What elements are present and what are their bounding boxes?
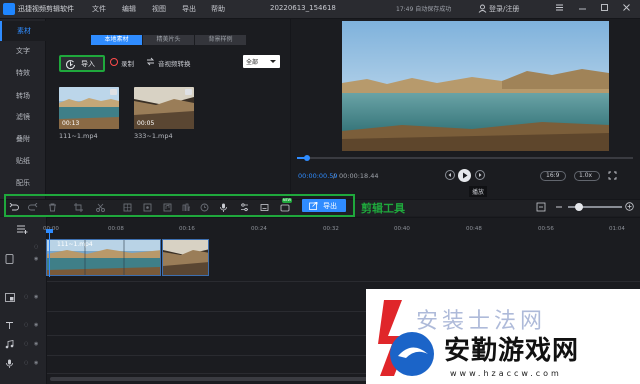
video-track-icon [5,254,14,264]
track-lock-icon[interactable]: ◌ [24,294,28,300]
user-icon[interactable] [478,4,487,13]
play-button[interactable] [458,169,471,182]
zoom-slider-handle[interactable] [574,203,583,211]
aspect-ratio-select[interactable]: 16:9 [540,171,566,181]
menu-view[interactable]: 视图 [152,4,166,14]
add-track-icon[interactable] [16,224,28,234]
login-link[interactable]: 登录/注册 [489,4,519,14]
record-icon[interactable] [110,58,118,66]
sidebar-item-media[interactable]: 素材 [0,21,46,41]
zoom-in-icon[interactable] [625,202,634,211]
minimize-icon[interactable] [578,3,587,12]
project-name: 20220613_154618 [270,4,336,12]
music-track-icon [5,340,14,349]
filter-select[interactable]: 全部 [243,55,280,68]
time-separator: / [333,172,336,180]
record-button[interactable]: 录制 [121,58,134,68]
toolbar-caption: 剪辑工具 [361,202,405,215]
track-divider [47,281,640,282]
zoom-out-icon[interactable] [555,203,563,211]
menu-edit[interactable]: 编辑 [122,4,136,14]
sidebar-item-music[interactable]: 配乐 [0,173,46,193]
track-lock-icon[interactable]: ◌ [24,322,28,328]
media-filename-2: 333~1.mp4 [134,132,173,140]
preview-video [342,21,609,151]
ruler-tick: 00:16 [179,226,195,232]
timeline-clip-1[interactable]: 111~1.mp4 [46,239,161,276]
menu-file[interactable]: 文件 [92,4,106,14]
playhead[interactable] [49,231,50,277]
timeline-scrollbar[interactable] [50,377,368,381]
ruler-tick: 01:04 [609,226,625,232]
fit-timeline-icon[interactable] [536,202,546,212]
app-logo-icon [3,3,15,15]
clip-name: 111~1.mp4 [57,241,93,248]
pip-track-icon [5,293,15,302]
tab-backgrounds[interactable]: 背景样例 [195,35,246,45]
ruler-tick: 00:32 [323,226,339,232]
thumbnail-duration: 00:05 [137,120,155,127]
convert-button[interactable]: 音视频转换 [158,58,191,68]
track-lock-icon[interactable]: ◌ [24,341,28,347]
next-frame-icon[interactable] [475,170,485,180]
video-editor-window: 迅捷视频剪辑软件 文件 编辑 视图 导出 帮助 20220613_154618 … [0,0,640,384]
tab-intros[interactable]: 精美片头 [143,35,194,45]
track-lock-icon[interactable]: ◌ [34,244,38,250]
media-filename-1: 111~1.mp4 [59,132,98,140]
text-track-icon [5,321,14,330]
chevron-down-icon [270,60,276,63]
sidebar-item-effects[interactable]: 特效 [0,63,46,83]
menu-icon[interactable] [555,3,564,12]
media-thumbnail-2[interactable]: 00:05 [134,87,194,129]
convert-icon[interactable] [146,57,155,66]
menu-export[interactable]: 导出 [182,4,196,14]
track-visibility-icon[interactable]: ◉ [34,256,38,262]
aspect-ratio-value: 16:9 [546,172,560,179]
track-lock-icon[interactable]: ◌ [24,360,28,366]
thumbnail-duration: 00:13 [62,120,80,127]
watermark-main: 安勤游戏网 [444,336,580,366]
filter-value: 全部 [246,59,259,66]
track-visibility-icon[interactable]: ◉ [34,322,38,328]
video-badge-icon [110,89,117,95]
track-mute-icon[interactable]: ◉ [34,360,38,366]
video-badge-icon [185,89,192,95]
ruler-tick: 00:48 [466,226,482,232]
track-visibility-icon[interactable]: ◉ [34,294,38,300]
ruler-tick: 00:08 [108,226,124,232]
media-thumbnail-1[interactable]: 00:13 [59,87,119,129]
import-icon [65,59,76,70]
sidebar-item-overlay[interactable]: 叠附 [0,129,46,149]
ruler-tick: 00:40 [394,226,410,232]
speed-select[interactable]: 1.0x [574,171,600,181]
preview-progress-track[interactable] [297,157,633,159]
ruler-tick: 00:24 [251,226,267,232]
play-tooltip: 播放 [469,186,488,197]
voiceover-track-icon [5,359,14,368]
sidebar-item-text[interactable]: 文字 [0,41,46,61]
import-label: 导入 [81,60,95,68]
menu-help[interactable]: 帮助 [211,4,225,14]
current-time: 00:00:00.59 [298,172,338,180]
close-icon[interactable] [622,3,631,12]
toolbar-highlight-frame [4,194,355,217]
maximize-icon[interactable] [600,3,609,12]
timeline-clip-2[interactable] [162,239,209,276]
app-name: 迅捷视频剪辑软件 [18,5,74,13]
track-mute-icon[interactable]: ◉ [34,341,38,347]
autosave-status: 17:49 自动保存成功 [396,6,452,13]
speed-value: 1.0x [579,172,593,179]
sidebar-item-transitions[interactable]: 转场 [0,86,46,106]
import-button[interactable]: 导入 [59,55,105,72]
sidebar-item-filters[interactable]: 滤镜 [0,107,46,127]
ruler-tick: 00:56 [538,226,554,232]
watermark-url: www.hzaccw.com [450,369,562,378]
sidebar-item-stickers[interactable]: 贴纸 [0,151,46,171]
previous-frame-icon[interactable] [445,170,455,180]
tab-local-media[interactable]: 本地素材 [91,35,142,45]
total-time: 00:00:18.44 [339,172,379,180]
fullscreen-icon[interactable] [608,171,617,180]
